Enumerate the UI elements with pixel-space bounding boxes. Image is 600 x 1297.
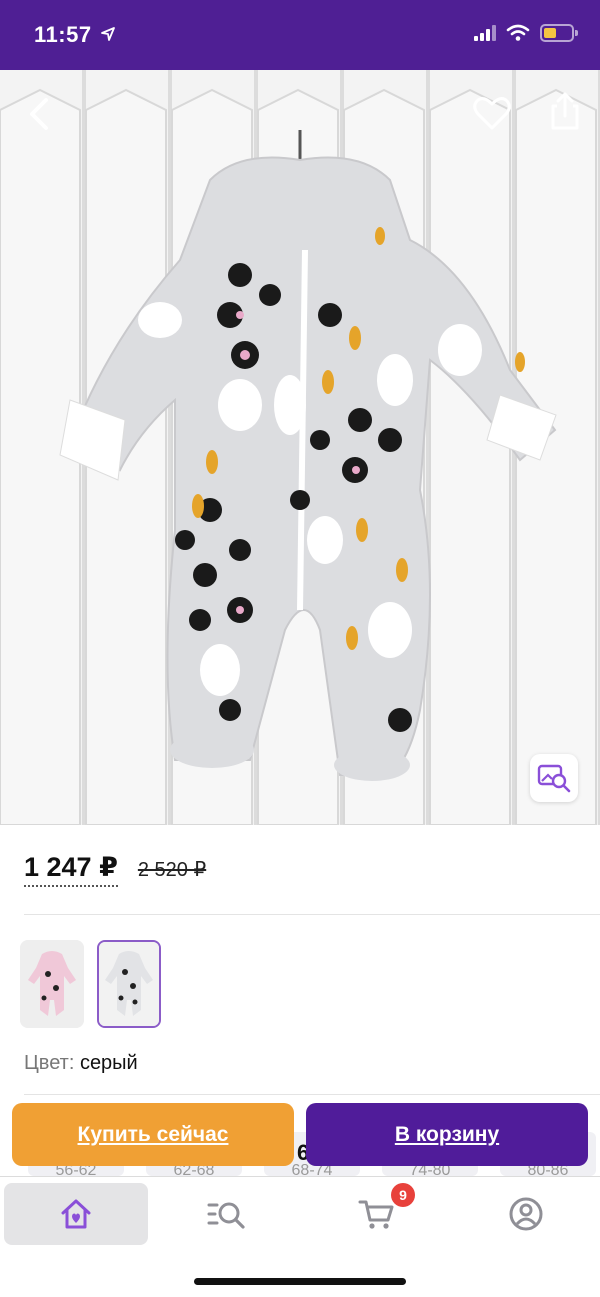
color-value: серый — [79, 1052, 138, 1074]
status-icons — [474, 24, 578, 42]
tab-catalog-search[interactable] — [154, 1183, 298, 1245]
image-search-icon — [537, 764, 571, 793]
cart-badge: 9 — [391, 1183, 415, 1207]
visual-search-button[interactable] — [530, 754, 578, 802]
back-button[interactable] — [20, 92, 60, 136]
heart-icon — [473, 97, 511, 130]
cart-icon — [358, 1200, 394, 1229]
status-bar: 11:57 — [0, 0, 600, 70]
product-photo — [0, 88, 597, 825]
price-old: 2 520 ₽ — [137, 859, 207, 881]
color-info: Цвет: серый — [24, 1052, 138, 1075]
home-icon — [61, 1199, 91, 1229]
price-row: 1 247 ₽ 2 520 ₽ — [24, 852, 206, 887]
tab-home[interactable] — [4, 1183, 148, 1245]
tab-cart[interactable] — [304, 1183, 448, 1245]
divider — [24, 1094, 600, 1095]
share-button[interactable] — [545, 90, 585, 134]
color-label: Цвет: — [24, 1052, 75, 1074]
share-icon — [551, 92, 579, 130]
status-time: 11:57 — [34, 22, 92, 47]
product-image[interactable] — [0, 70, 600, 825]
cellular-signal-icon — [474, 25, 496, 41]
price-current[interactable]: 1 247 ₽ — [24, 852, 118, 887]
swatch-image — [99, 942, 159, 1026]
catalog-search-icon — [207, 1202, 245, 1229]
home-indicator[interactable] — [194, 1278, 406, 1285]
tab-profile[interactable] — [454, 1183, 598, 1245]
favorite-button[interactable] — [470, 94, 514, 134]
divider — [24, 914, 600, 915]
swatch-image — [20, 940, 84, 1028]
buy-now-button[interactable]: Купить сейчас — [12, 1103, 294, 1166]
color-swatch-gray[interactable] — [97, 940, 161, 1028]
location-arrow-icon — [101, 27, 115, 41]
battery-icon — [540, 24, 578, 42]
chevron-left-icon — [30, 98, 48, 130]
add-to-cart-button[interactable]: В корзину — [306, 1103, 588, 1166]
profile-icon — [509, 1197, 543, 1231]
wifi-icon — [506, 24, 530, 41]
color-swatch-pink[interactable] — [20, 940, 84, 1028]
